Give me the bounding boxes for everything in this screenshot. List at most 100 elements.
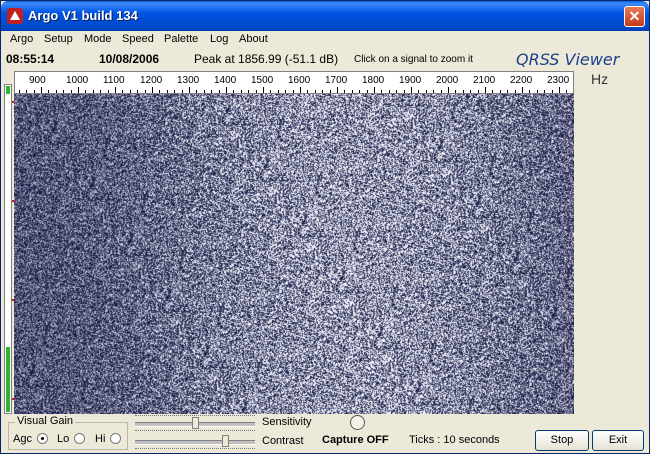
menu-log[interactable]: Log (210, 33, 228, 45)
ruler-tick (196, 90, 197, 93)
gain-agc-option[interactable]: Agc (13, 433, 50, 445)
ruler-tick (396, 90, 397, 93)
ruler-tick (48, 90, 49, 93)
ruler-tick (478, 90, 479, 93)
ruler-tick (300, 87, 301, 93)
ruler-label: 2300 (547, 75, 570, 86)
ruler-tick (56, 90, 57, 93)
close-button[interactable]: ✕ (624, 6, 645, 27)
ruler-tick (174, 90, 175, 93)
ruler-tick (248, 90, 249, 93)
ruler-tick (19, 90, 20, 93)
ruler-tick (515, 90, 516, 93)
gain-hi-label: Hi (95, 433, 106, 445)
ticks-readout: Ticks : 10 seconds (409, 434, 500, 446)
gain-hi-option[interactable]: Hi (95, 433, 123, 445)
capture-toggle[interactable] (350, 415, 365, 430)
ruler-tick (226, 87, 227, 93)
ruler-tick (233, 90, 234, 93)
ruler-tick (389, 90, 390, 93)
window-title: Argo V1 build 134 (28, 8, 138, 23)
ruler-tick (219, 90, 220, 93)
title-bar[interactable]: Argo V1 build 134 ✕ (1, 1, 649, 31)
gain-lo-radio[interactable] (74, 433, 86, 444)
menu-about[interactable]: About (239, 33, 268, 45)
ruler-label: 2000 (436, 75, 459, 86)
ruler-label: 1600 (288, 75, 311, 86)
ruler-tick (352, 90, 353, 93)
sensitivity-label: Sensitivity (262, 416, 312, 428)
time-readout: 08:55:14 (6, 52, 55, 66)
ruler-tick (41, 87, 42, 93)
stop-button[interactable]: Stop (535, 430, 589, 451)
ruler-label: 1200 (140, 75, 163, 86)
ruler-tick (470, 90, 471, 93)
ruler-tick (330, 90, 331, 93)
ruler-label: 1400 (214, 75, 237, 86)
ruler-label: 1300 (177, 75, 200, 86)
ruler-tick (152, 87, 153, 93)
ruler-tick (71, 90, 72, 93)
date-readout: 10/08/2006 (99, 52, 160, 66)
visual-gain-title: Visual Gain (15, 415, 76, 427)
ruler-tick (241, 90, 242, 93)
contrast-label: Contrast (262, 435, 304, 447)
ruler-label: 1100 (103, 75, 125, 86)
ruler-tick (337, 87, 338, 93)
contrast-slider[interactable] (135, 440, 255, 445)
level-meter-cap (6, 86, 10, 94)
ruler-tick (204, 90, 205, 93)
capture-status: Capture OFF (322, 434, 389, 446)
ruler-tick (293, 90, 294, 93)
menu-mode[interactable]: Mode (84, 33, 112, 45)
control-bar: Visual Gain Agc Lo Hi Sensitivity Contra… (4, 414, 648, 452)
exit-button[interactable]: Exit (592, 430, 644, 451)
ruler-tick (159, 90, 160, 93)
menu-palette[interactable]: Palette (164, 33, 198, 45)
ruler-tick (63, 90, 64, 93)
spectrogram[interactable] (14, 94, 574, 414)
gain-agc-radio[interactable] (37, 433, 49, 444)
ruler-tick (552, 90, 553, 93)
ruler-tick (537, 90, 538, 93)
gain-hi-radio[interactable] (110, 433, 122, 444)
peak-readout: Peak at 1856.99 (-51.1 dB) (194, 52, 339, 66)
contrast-slider-thumb[interactable] (222, 435, 229, 447)
ruler-tick (433, 90, 434, 93)
ruler-tick (507, 90, 508, 93)
ruler-tick (100, 90, 101, 93)
ruler-label: 1500 (251, 75, 274, 86)
sensitivity-slider-thumb[interactable] (192, 417, 199, 429)
ruler-label: 900 (29, 75, 46, 86)
ruler-tick (189, 87, 190, 93)
ruler-tick (145, 90, 146, 93)
brand-label: QRSS Viewer (516, 50, 620, 69)
menu-setup[interactable]: Setup (44, 33, 73, 45)
menu-argo[interactable]: Argo (10, 33, 33, 45)
ruler-tick (492, 90, 493, 93)
sensitivity-ticks-lower (135, 430, 255, 434)
ruler-tick (559, 87, 560, 93)
ruler-tick (418, 90, 419, 93)
menu-speed[interactable]: Speed (122, 33, 154, 45)
gain-lo-option[interactable]: Lo (57, 433, 87, 445)
ruler-tick (566, 90, 567, 93)
ruler-label: 1000 (66, 75, 89, 86)
ruler-tick (130, 90, 131, 93)
ruler-tick (322, 90, 323, 93)
ruler-tick (315, 90, 316, 93)
ruler-tick (270, 90, 271, 93)
ruler-tick (93, 90, 94, 93)
gain-lo-label: Lo (57, 433, 70, 445)
ruler-tick (344, 90, 345, 93)
ruler-tick (137, 90, 138, 93)
ruler-tick (522, 87, 523, 93)
ruler-tick (115, 87, 116, 93)
ruler-tick (485, 87, 486, 93)
ruler-label: 2200 (510, 75, 533, 86)
app-icon (7, 8, 23, 24)
ruler-tick (500, 90, 501, 93)
ruler-tick (85, 90, 86, 93)
right-panel (574, 94, 648, 414)
frequency-ruler: 900 1000 1100 1200 1300 1400 1500 1600 1700 1800 1… (14, 71, 574, 94)
